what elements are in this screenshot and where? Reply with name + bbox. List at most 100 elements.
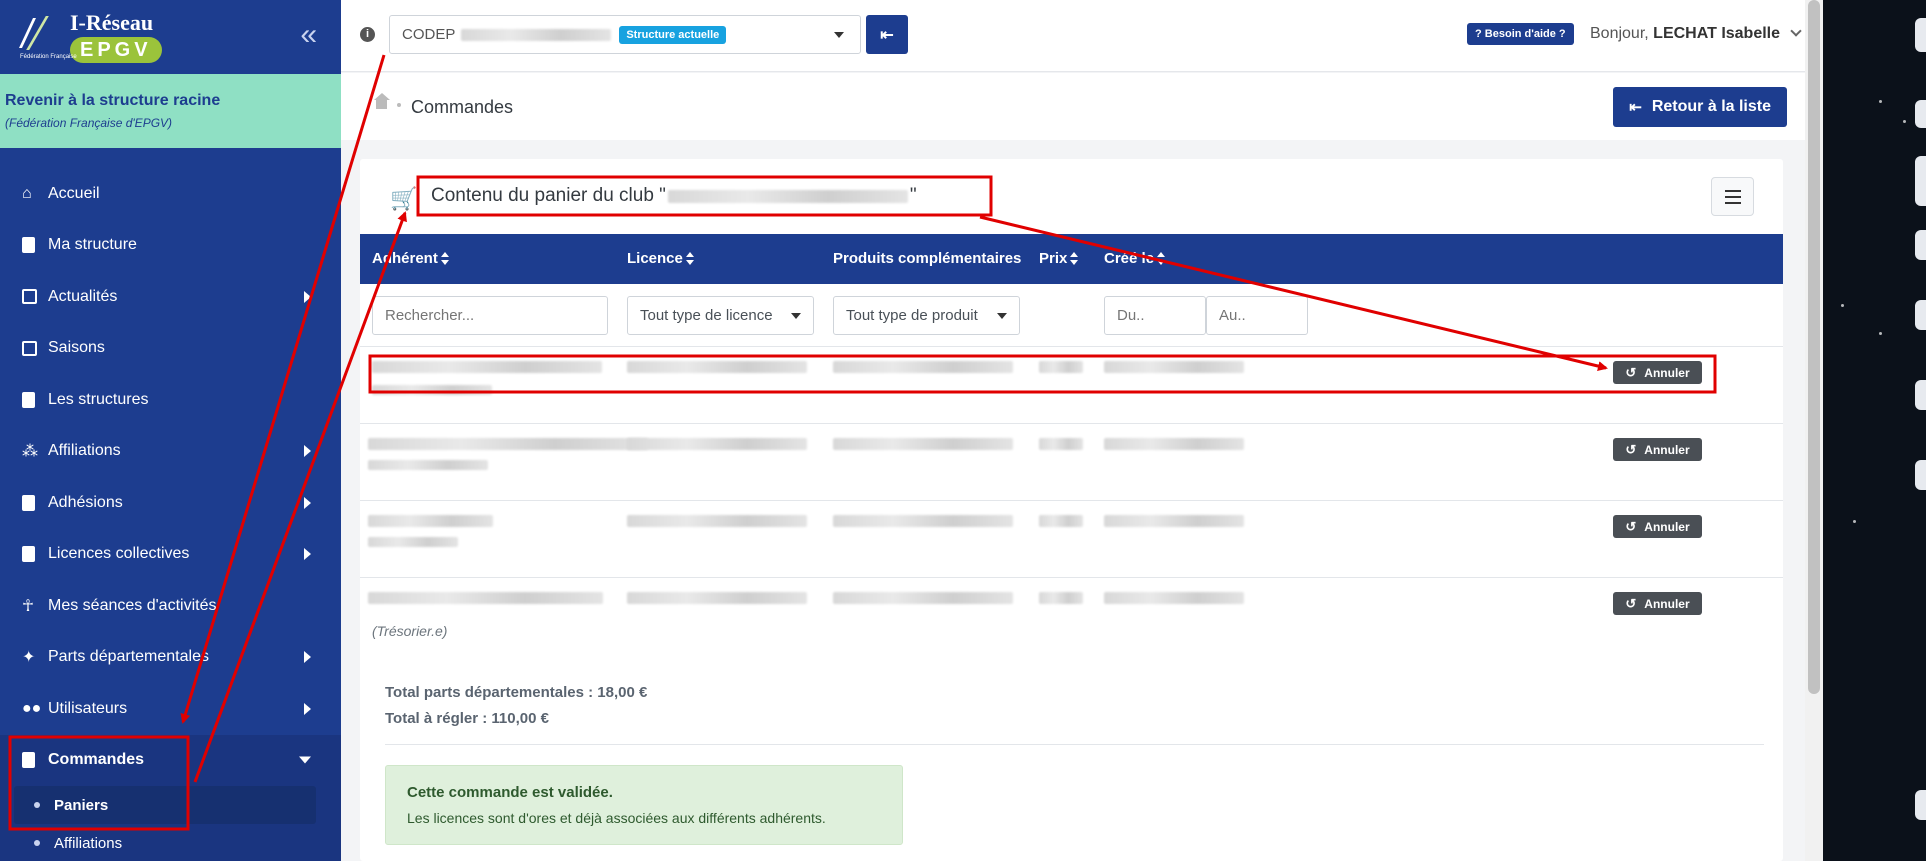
- scrollbar-thumb[interactable]: [1808, 0, 1820, 694]
- help-label: Besoin d'aide ?: [1484, 28, 1566, 40]
- sidebar-subitem-paniers[interactable]: Paniers: [14, 786, 316, 824]
- bullet-icon: [34, 840, 40, 846]
- structure-prefix: CODEP: [402, 26, 456, 43]
- redacted-member-sub: [368, 537, 458, 547]
- sidebar-item-saisons[interactable]: Saisons: [0, 323, 341, 375]
- calendar-icon: [22, 340, 48, 356]
- sidebar-item-accueil[interactable]: ⌂ Accueil: [0, 168, 341, 220]
- column-prix[interactable]: Prix: [1039, 250, 1079, 267]
- cancel-label: Annuler: [1644, 365, 1690, 380]
- back-to-list-button[interactable]: ⇤ Retour à la liste: [1613, 87, 1787, 127]
- redacted-member: [368, 592, 603, 604]
- sidebar-item-ma-structure[interactable]: Ma structure: [0, 220, 341, 272]
- column-label: Adhérent: [372, 250, 438, 267]
- root-structure-link[interactable]: Revenir à la structure racine (Fédératio…: [0, 74, 341, 148]
- redacted-licence: [627, 438, 807, 450]
- sidebar-subitem-affiliations[interactable]: Affiliations: [0, 824, 341, 861]
- users-icon: ●●: [22, 699, 42, 717]
- chevron-down-icon: [1790, 25, 1803, 37]
- column-cree-le[interactable]: Créé le: [1104, 250, 1166, 267]
- cancel-label: Annuler: [1644, 442, 1690, 457]
- undo-icon: ↺: [1625, 595, 1637, 611]
- redacted-date: [1104, 515, 1244, 527]
- sidebar-item-licences-collectives[interactable]: Licences collectives: [0, 529, 341, 581]
- logo[interactable]: Fédération Française I-Réseau EPGV: [19, 11, 162, 63]
- total-parts-departementales: Total parts départementales : 18,00 €: [385, 684, 648, 701]
- chevron-right-icon: [304, 651, 311, 664]
- breadcrumb: Commandes ⇤ Retour à la liste: [341, 73, 1823, 140]
- double-chevron-left-icon[interactable]: «: [300, 20, 317, 50]
- chevron-down-icon: [299, 756, 311, 764]
- redacted-licence: [627, 515, 807, 527]
- column-label: Prix: [1039, 250, 1068, 267]
- sidebar-item-label: Parts départementales: [48, 648, 209, 666]
- structure-select[interactable]: CODEP Structure actuelle: [389, 15, 861, 54]
- column-adherent[interactable]: Adhérent: [372, 250, 449, 267]
- help-button[interactable]: ? Besoin d'aide ?: [1467, 23, 1574, 45]
- cancel-row-button[interactable]: ↺ Annuler: [1613, 438, 1702, 461]
- running-icon: ☥: [22, 597, 34, 615]
- sidebar-item-seances[interactable]: ☥ Mes séances d'activités: [0, 580, 341, 632]
- brand: Fédération Française I-Réseau EPGV «: [0, 0, 341, 74]
- sidebar-item-commandes[interactable]: Commandes: [0, 734, 341, 786]
- newspaper-icon: [22, 289, 48, 305]
- card-title-prefix: Contenu du panier du club ": [431, 185, 666, 206]
- page-scrollbar[interactable]: [1805, 0, 1823, 861]
- sidebar-item-label: Actualités: [48, 287, 118, 305]
- sidebar-item-adhesions[interactable]: Adhésions: [0, 477, 341, 529]
- chevron-right-icon: [304, 702, 311, 715]
- map-icon: ✦: [22, 649, 36, 667]
- column-settings-button[interactable]: [1711, 177, 1754, 216]
- date-to-input[interactable]: [1206, 296, 1308, 335]
- home-icon[interactable]: [373, 93, 391, 113]
- question-icon: ?: [1475, 28, 1482, 40]
- switch-structure-button[interactable]: ⇤: [866, 15, 908, 54]
- sliders-icon: [1724, 189, 1741, 192]
- undo-icon: ↺: [1625, 364, 1637, 380]
- sidebar-item-label: Saisons: [48, 339, 105, 357]
- redacted-licence: [627, 592, 807, 604]
- id-badge-icon: [22, 546, 48, 563]
- date-from-input[interactable]: [1104, 296, 1206, 335]
- chevron-right-icon: [304, 445, 311, 458]
- redacted-member-sub: [372, 385, 492, 395]
- table-row: ↺ Annuler: [360, 347, 1783, 424]
- cart-icon: 🛒: [390, 186, 418, 211]
- licence-type-select[interactable]: Tout type de licence: [627, 296, 814, 335]
- topbar: i CODEP Structure actuelle ⇤ ? Besoin d'…: [341, 0, 1823, 72]
- receipt-icon: [22, 752, 48, 769]
- redacted-price: [1039, 361, 1083, 373]
- cancel-row-button[interactable]: ↺ Annuler: [1613, 361, 1702, 384]
- sidebar-item-les-structures[interactable]: Les structures: [0, 374, 341, 426]
- sidebar-item-label: Utilisateurs: [48, 699, 128, 717]
- arrow-left-bar-icon: ⇤: [880, 26, 894, 44]
- page-title: Commandes: [411, 97, 514, 117]
- sidebar-item-label: Affiliations: [48, 442, 121, 460]
- search-input[interactable]: [372, 296, 608, 335]
- cancel-label: Annuler: [1644, 596, 1690, 611]
- redacted-member: [368, 438, 648, 450]
- sidebar-item-actualites[interactable]: Actualités: [0, 271, 341, 323]
- redacted-licence: [627, 361, 807, 373]
- sidebar-item-parts-departementales[interactable]: ✦ Parts départementales: [0, 632, 341, 684]
- cancel-row-button[interactable]: ↺ Annuler: [1613, 515, 1702, 538]
- redacted-member: [368, 515, 493, 527]
- building-icon: [22, 391, 48, 408]
- column-licence[interactable]: Licence: [627, 250, 694, 267]
- redacted-price: [1039, 592, 1083, 604]
- sidebar-item-affiliations[interactable]: ⁂ Affiliations: [0, 426, 341, 478]
- sidebar-item-label: Accueil: [48, 184, 100, 202]
- member-role-note: (Trésorier.e): [372, 623, 448, 639]
- total-a-regler: Total à régler : 110,00 €: [385, 710, 549, 727]
- info-icon[interactable]: i: [360, 27, 375, 42]
- card-title: Contenu du panier du club " ": [431, 185, 917, 207]
- sidebar-item-label: Adhésions: [48, 493, 123, 511]
- redacted-club-name: [667, 189, 908, 203]
- column-label: Licence: [627, 250, 683, 267]
- product-type-select[interactable]: Tout type de produit: [833, 296, 1020, 335]
- cancel-row-button[interactable]: ↺ Annuler: [1613, 592, 1702, 615]
- redacted-date: [1104, 438, 1244, 450]
- column-label: Produits complémentaires: [833, 250, 1022, 267]
- user-menu[interactable]: Bonjour, LECHAT Isabelle: [1590, 25, 1803, 43]
- sidebar-item-utilisateurs[interactable]: ●● Utilisateurs: [0, 683, 341, 735]
